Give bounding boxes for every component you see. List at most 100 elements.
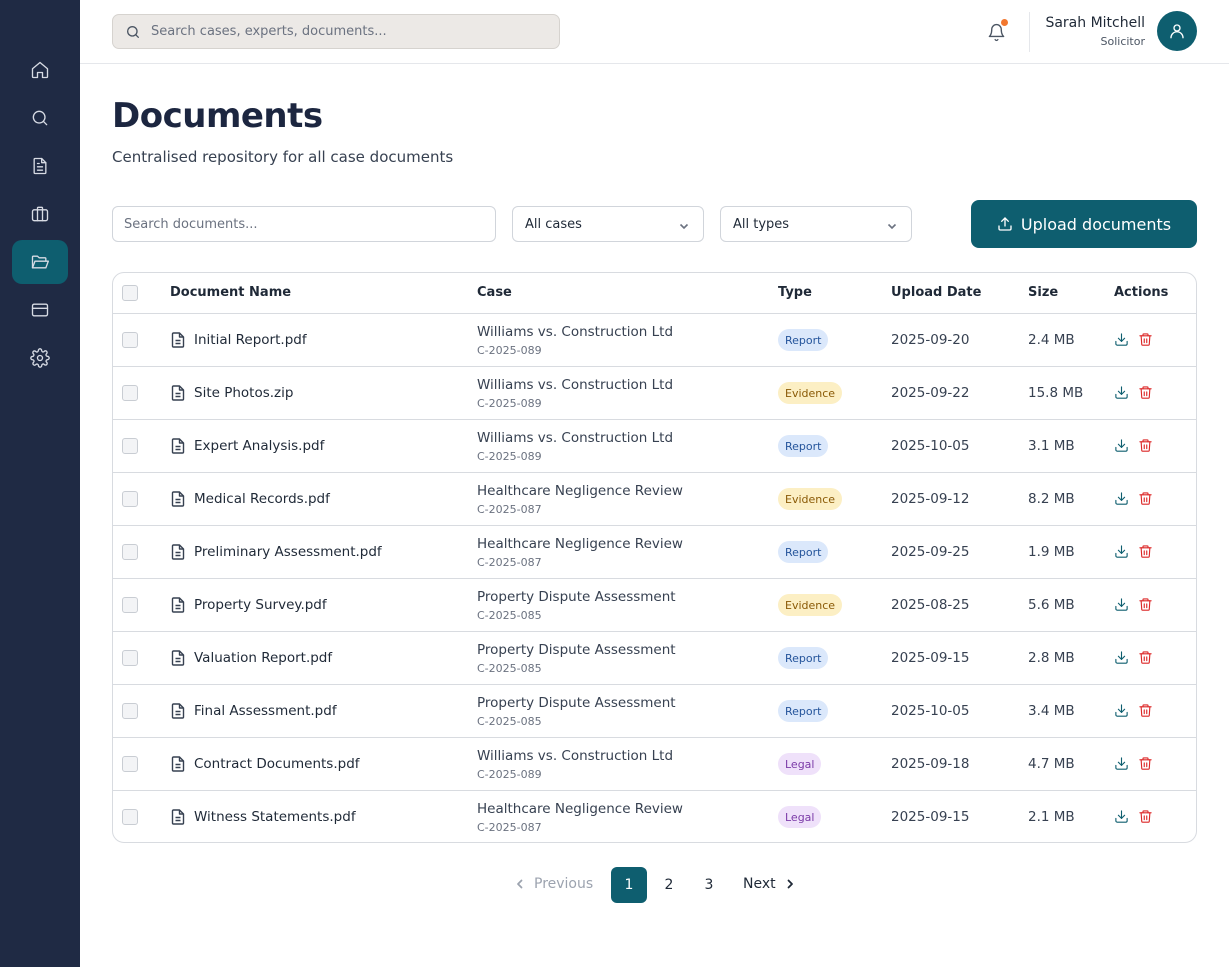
column-header-case[interactable]: Case — [477, 285, 512, 300]
delete-button[interactable] — [1138, 756, 1154, 772]
download-button[interactable] — [1114, 385, 1130, 401]
download-button[interactable] — [1114, 809, 1130, 825]
trash-icon — [1139, 810, 1152, 823]
document-name[interactable]: Property Survey.pdf — [194, 597, 327, 613]
type-filter-value: All types — [733, 216, 790, 232]
delete-button[interactable] — [1138, 438, 1154, 454]
document-name[interactable]: Medical Records.pdf — [194, 491, 330, 507]
document-search-input[interactable] — [112, 206, 496, 242]
trash-icon — [1139, 439, 1152, 452]
previous-page-button[interactable]: Previous — [515, 876, 593, 892]
delete-button[interactable] — [1138, 544, 1154, 560]
select-all-checkbox[interactable] — [122, 285, 138, 301]
row-checkbox[interactable] — [122, 544, 138, 560]
download-button[interactable] — [1114, 597, 1130, 613]
notifications-button[interactable] — [984, 19, 1008, 44]
case-filter-value: All cases — [525, 216, 582, 232]
document-name[interactable]: Final Assessment.pdf — [194, 703, 337, 719]
column-header-date[interactable]: Upload Date — [891, 285, 981, 300]
table-row[interactable]: Property Survey.pdf Property Dispute Asse… — [113, 579, 1196, 632]
next-page-button[interactable]: Next — [743, 876, 795, 892]
chevron-down-icon — [887, 220, 897, 230]
table-row[interactable]: Final Assessment.pdf Property Dispute Ass… — [113, 685, 1196, 738]
table-row[interactable]: Initial Report.pdf Williams vs. Construct… — [113, 314, 1196, 367]
delete-button[interactable] — [1138, 332, 1154, 348]
download-button[interactable] — [1114, 491, 1130, 507]
nav-experts[interactable] — [12, 192, 68, 236]
table-row[interactable]: Expert Analysis.pdf Williams vs. Construc… — [113, 420, 1196, 473]
nav-home[interactable] — [12, 48, 68, 92]
document-name[interactable]: Site Photos.zip — [194, 385, 293, 401]
global-search[interactable] — [112, 14, 560, 49]
row-checkbox[interactable] — [122, 756, 138, 772]
document-name[interactable]: Preliminary Assessment.pdf — [194, 544, 382, 560]
document-name[interactable]: Expert Analysis.pdf — [194, 438, 324, 454]
table-row[interactable]: Witness Statements.pdf Healthcare Neglige… — [113, 791, 1196, 842]
column-header-type[interactable]: Type — [778, 285, 812, 300]
document-name[interactable]: Valuation Report.pdf — [194, 650, 332, 666]
avatar[interactable] — [1157, 11, 1197, 51]
upload-date: 2025-09-22 — [891, 385, 970, 401]
page-2-button[interactable]: 2 — [651, 867, 687, 903]
nav-billing[interactable] — [12, 288, 68, 332]
row-checkbox[interactable] — [122, 491, 138, 507]
row-checkbox[interactable] — [122, 650, 138, 666]
delete-button[interactable] — [1138, 650, 1154, 666]
document-name[interactable]: Witness Statements.pdf — [194, 809, 356, 825]
table-row[interactable]: Site Photos.zip Williams vs. Construction… — [113, 367, 1196, 420]
upload-date: 2025-09-25 — [891, 544, 970, 560]
table-row[interactable]: Medical Records.pdf Healthcare Negligence… — [113, 473, 1196, 526]
table-row[interactable]: Preliminary Assessment.pdf Healthcare Neg… — [113, 526, 1196, 579]
case-filter-select[interactable]: All cases — [512, 206, 704, 242]
search-icon — [127, 25, 139, 38]
global-search-input[interactable] — [151, 24, 541, 39]
column-header-size[interactable]: Size — [1028, 285, 1058, 300]
nav-documents[interactable] — [12, 240, 68, 284]
type-filter-select[interactable]: All types — [720, 206, 912, 242]
download-button[interactable] — [1114, 703, 1130, 719]
download-icon — [1115, 492, 1128, 505]
row-checkbox[interactable] — [122, 703, 138, 719]
document-name[interactable]: Initial Report.pdf — [194, 332, 307, 348]
row-checkbox[interactable] — [122, 597, 138, 613]
column-header-actions: Actions — [1114, 285, 1169, 300]
table-row[interactable]: Valuation Report.pdf Property Dispute Ass… — [113, 632, 1196, 685]
download-button[interactable] — [1114, 438, 1130, 454]
page-1-button[interactable]: 1 — [611, 867, 647, 903]
download-button[interactable] — [1114, 756, 1130, 772]
gear-icon — [30, 348, 50, 368]
row-checkbox[interactable] — [122, 385, 138, 401]
row-checkbox[interactable] — [122, 809, 138, 825]
case-name: Property Dispute Assessment — [477, 695, 676, 711]
nav-cases[interactable] — [12, 144, 68, 188]
file-icon — [171, 438, 185, 454]
delete-button[interactable] — [1138, 597, 1154, 613]
file-size: 1.9 MB — [1028, 544, 1075, 560]
download-button[interactable] — [1114, 544, 1130, 560]
row-checkbox[interactable] — [122, 438, 138, 454]
row-checkbox[interactable] — [122, 332, 138, 348]
type-badge: Report — [778, 647, 829, 669]
file-icon — [171, 650, 185, 666]
nav-settings[interactable] — [12, 336, 68, 380]
document-name[interactable]: Contract Documents.pdf — [194, 756, 360, 772]
column-header-name[interactable]: Document Name — [170, 285, 291, 300]
upload-date: 2025-09-15 — [891, 809, 970, 825]
nav-search[interactable] — [12, 96, 68, 140]
download-button[interactable] — [1114, 650, 1130, 666]
delete-button[interactable] — [1138, 385, 1154, 401]
delete-button[interactable] — [1138, 703, 1154, 719]
case-id: C-2025-089 — [477, 344, 542, 357]
next-label: Next — [743, 876, 776, 892]
delete-button[interactable] — [1138, 809, 1154, 825]
case-id: C-2025-085 — [477, 715, 542, 728]
notification-dot — [1001, 19, 1008, 26]
file-size: 2.8 MB — [1028, 650, 1075, 666]
download-icon — [1115, 545, 1128, 558]
delete-button[interactable] — [1138, 491, 1154, 507]
upload-documents-button[interactable]: Upload documents — [971, 200, 1197, 248]
page-3-button[interactable]: 3 — [691, 867, 727, 903]
download-button[interactable] — [1114, 332, 1130, 348]
download-icon — [1115, 439, 1128, 452]
table-row[interactable]: Contract Documents.pdf Williams vs. Const… — [113, 738, 1196, 791]
